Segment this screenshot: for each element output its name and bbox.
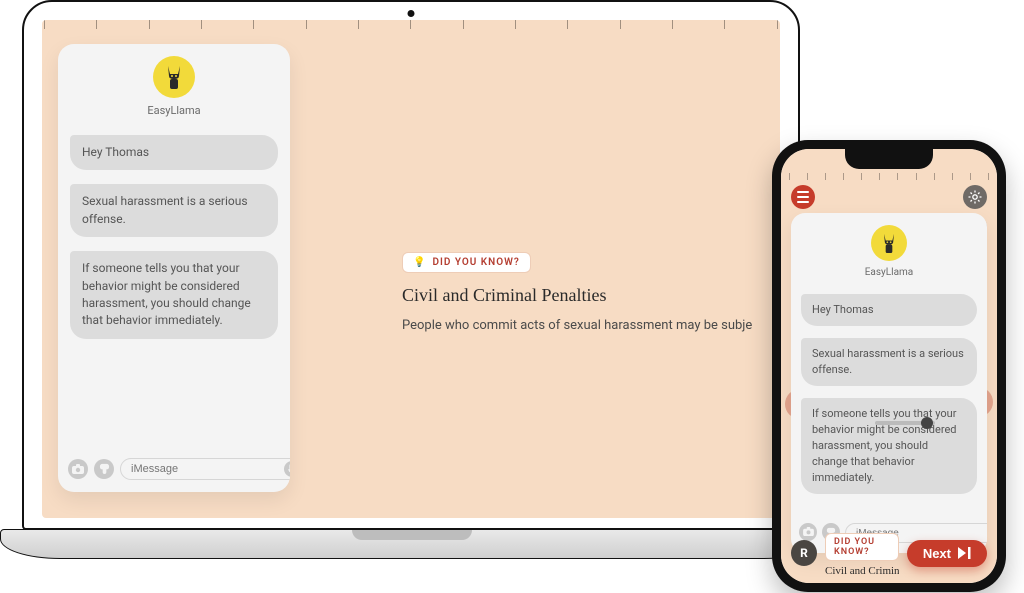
avatar	[871, 225, 907, 261]
chat-messages: Hey Thomas Sexual harassment is a seriou…	[791, 284, 987, 515]
lightbulb-icon: 💡	[413, 257, 426, 268]
lesson-heading: Civil and Criminal Penalties	[402, 285, 780, 306]
chat-contact-name: EasyLlama	[791, 267, 987, 278]
audio-scrubber[interactable]	[875, 421, 935, 425]
laptop-camera	[408, 10, 415, 17]
chat-header: EasyLlama	[58, 44, 290, 123]
camera-icon[interactable]	[68, 459, 88, 479]
phone-progress-ticks	[789, 173, 989, 181]
next-button-label: Next	[923, 546, 951, 561]
play-next-icon	[957, 546, 973, 560]
chat-input-wrap	[120, 457, 290, 480]
restart-button[interactable]: R	[791, 540, 817, 566]
badge-text: DID YOU KNOW?	[834, 537, 890, 557]
avatar	[153, 56, 195, 98]
laptop-bezel: EasyLlama Hey Thomas Sexual harassment i…	[22, 0, 800, 530]
did-you-know-badge: 💡 DID YOU KNOW?	[402, 252, 531, 273]
chat-card-phone: EasyLlama Hey Thomas Sexual harassment i…	[791, 213, 987, 553]
chat-messages: Hey Thomas Sexual harassment is a seriou…	[58, 123, 290, 449]
phone-viewport: ? EasyLlama Hey	[781, 149, 997, 583]
did-you-know-badge: DID YOU KNOW?	[825, 533, 899, 561]
settings-button[interactable]	[963, 185, 987, 209]
laptop-viewport: EasyLlama Hey Thomas Sexual harassment i…	[42, 20, 780, 518]
laptop-device: EasyLlama Hey Thomas Sexual harassment i…	[22, 0, 800, 562]
menu-button[interactable]	[791, 185, 815, 209]
badge-text: DID YOU KNOW?	[432, 257, 519, 268]
phone-inner: ? EasyLlama Hey	[781, 149, 997, 583]
llama-icon	[879, 230, 899, 256]
chat-bubble: Sexual harassment is a serious offense.	[70, 184, 278, 237]
lesson-heading: Civil and Criminal Penalties	[825, 565, 899, 577]
gear-icon	[968, 190, 982, 204]
hamburger-icon	[797, 191, 809, 203]
laptop-base	[0, 529, 824, 559]
lesson-paragraph: People who commit acts of sexual harassm…	[402, 316, 780, 336]
scrubber-thumb[interactable]	[921, 417, 933, 429]
apps-icon[interactable]	[94, 459, 114, 479]
phone-device: ? EasyLlama Hey	[772, 140, 1006, 592]
laptop-trackpad-notch	[352, 530, 472, 540]
phone-topbar	[791, 185, 987, 209]
chat-bubble: Hey Thomas	[70, 135, 278, 170]
llama-icon	[162, 62, 186, 92]
chat-text-input[interactable]	[120, 458, 290, 480]
chat-bubble: If someone tells you that your behavior …	[801, 398, 977, 494]
chat-bubble: Hey Thomas	[801, 294, 977, 326]
phone-content-preview: DID YOU KNOW? Civil and Criminal Penalti…	[825, 529, 899, 577]
lesson-content: 💡 DID YOU KNOW? Civil and Criminal Penal…	[402, 250, 780, 336]
chat-contact-name: EasyLlama	[58, 104, 290, 117]
chat-input-bar	[58, 449, 290, 492]
next-button[interactable]: Next	[907, 540, 987, 567]
progress-ticks	[42, 20, 780, 32]
chat-bubble: If someone tells you that your behavior …	[70, 251, 278, 339]
phone-bottom-bar: R DID YOU KNOW? Civil and Criminal Penal…	[791, 529, 987, 577]
chat-header: EasyLlama	[791, 213, 987, 284]
chat-card: EasyLlama Hey Thomas Sexual harassment i…	[58, 44, 290, 492]
chat-bubble: Sexual harassment is a serious offense.	[801, 338, 977, 386]
phone-notch	[845, 149, 933, 169]
